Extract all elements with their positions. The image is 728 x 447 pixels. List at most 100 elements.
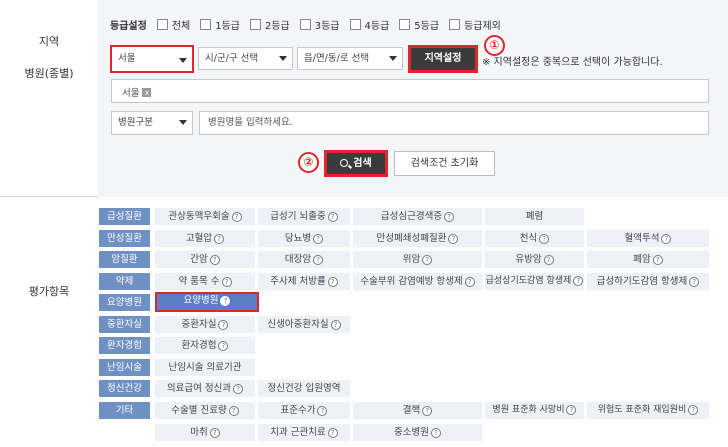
item-copd[interactable]: 만성폐쇄성폐질환? — [353, 230, 482, 247]
category-nursing-hospital[interactable]: 요양병원 — [99, 294, 150, 311]
checkbox-icon[interactable] — [399, 19, 411, 30]
grade-checkbox-4[interactable]: 4등급 — [349, 17, 389, 32]
help-icon[interactable]: ? — [218, 341, 229, 351]
item-hypertension[interactable]: 고혈압? — [155, 230, 255, 247]
checkbox-icon[interactable] — [299, 19, 311, 30]
help-icon[interactable]: ? — [220, 296, 231, 306]
item-patient-experience[interactable]: 환자경험? — [155, 337, 255, 354]
category-chronic[interactable]: 만성질환 — [99, 230, 150, 247]
item-nursing-hospital[interactable]: 요양병원? — [155, 292, 259, 312]
help-icon[interactable]: ? — [464, 277, 475, 287]
item-pneumonia[interactable]: 폐렴 — [485, 208, 584, 225]
item-mental-inpatient[interactable]: 정신건강 입원영역 — [258, 380, 350, 397]
help-icon[interactable]: ? — [327, 212, 338, 222]
item-standardized-mortality[interactable]: 병원 표준화 사망비? — [485, 402, 584, 419]
category-icu[interactable]: 중환자실 — [99, 316, 150, 333]
item-standard-fee[interactable]: 표준수가? — [258, 402, 350, 419]
item-breast-cancer[interactable]: 유방암? — [485, 251, 584, 268]
search-button[interactable]: 검색 — [324, 150, 388, 177]
help-icon[interactable]: ? — [422, 255, 433, 265]
help-icon[interactable]: ? — [209, 428, 220, 438]
item-nicu[interactable]: 신생아중환자실? — [258, 316, 350, 333]
help-icon[interactable]: ? — [214, 234, 225, 244]
grade-checkbox-3[interactable]: 3등급 — [299, 17, 340, 32]
help-icon[interactable]: ? — [327, 428, 338, 438]
category-drug[interactable]: 약제 — [99, 273, 150, 290]
help-icon[interactable]: ? — [330, 320, 341, 330]
item-drug-count[interactable]: 약 품목 수? — [155, 273, 255, 290]
help-icon[interactable]: ? — [688, 405, 699, 415]
region-setting-note: ※ 지역설정은 중복으로 선택이 가능합니다. — [482, 57, 663, 68]
reset-button[interactable]: 검색조건 초기화 — [394, 151, 495, 176]
item-diabetes[interactable]: 당뇨병? — [258, 230, 350, 247]
item-surgical-antibiotics[interactable]: 수술부위 감염예방 항생제? — [353, 273, 482, 290]
district-select[interactable]: 시/군/구 선택 — [198, 47, 293, 70]
help-icon[interactable]: ? — [661, 234, 672, 244]
grade-checkbox-1[interactable]: 1등급 — [200, 17, 240, 32]
item-small-hospital[interactable]: 중소병원? — [353, 424, 482, 441]
item-anesthesia[interactable]: 마취? — [155, 424, 255, 441]
help-icon[interactable]: ? — [228, 406, 239, 416]
help-icon[interactable]: ? — [221, 277, 232, 287]
help-icon[interactable]: ? — [313, 234, 324, 244]
help-icon[interactable]: ? — [313, 255, 324, 265]
help-icon[interactable]: ? — [233, 384, 244, 394]
item-medical-aid-psychiatry[interactable]: 의료급여 정신과? — [155, 380, 255, 397]
hospital-name-input[interactable]: 병원명을 입력하세요. — [199, 111, 709, 135]
region-setting-button[interactable]: 지역설정 — [408, 45, 478, 73]
item-liver-cancer[interactable]: 간암? — [155, 251, 255, 268]
item-root-canal[interactable]: 치과 근관치료? — [258, 424, 350, 441]
help-icon[interactable]: ? — [231, 212, 242, 222]
checkbox-icon[interactable] — [156, 19, 168, 30]
city-select[interactable]: 서울 — [110, 45, 194, 73]
item-tuberculosis[interactable]: 결핵? — [353, 402, 482, 419]
item-infertility-institution[interactable]: 난임시술 의료기관 — [155, 359, 255, 376]
category-etc[interactable]: 기타 — [99, 402, 150, 419]
grade-checkbox-2[interactable]: 2등급 — [249, 17, 290, 32]
help-icon[interactable]: ? — [448, 234, 459, 244]
checkbox-icon[interactable] — [449, 19, 461, 30]
help-icon[interactable]: ? — [652, 255, 663, 265]
category-patient-experience[interactable]: 환자경험 — [99, 337, 150, 354]
help-icon[interactable]: ? — [444, 212, 455, 222]
help-icon[interactable]: ? — [566, 405, 577, 415]
item-lower-respiratory-antibiotics[interactable]: 급성하기도감염 항생제? — [587, 273, 709, 290]
help-icon[interactable]: ? — [327, 277, 338, 287]
help-icon[interactable]: ? — [539, 234, 550, 244]
hospital-type-select[interactable]: 병원구분 — [111, 111, 193, 135]
item-icu[interactable]: 중환자실? — [155, 316, 255, 333]
item-standardized-readmission[interactable]: 위험도 표준화 재입원비? — [587, 402, 709, 419]
item-lung-cancer[interactable]: 폐암? — [587, 251, 709, 268]
item-ami[interactable]: 급성심근경색증? — [353, 208, 482, 225]
grade-checkbox-5[interactable]: 5등급 — [399, 17, 439, 32]
grade-checkbox-excluded[interactable]: 등급제외 — [449, 17, 501, 32]
item-acute-stroke[interactable]: 급성기 뇌졸중? — [258, 208, 350, 225]
item-stomach-cancer[interactable]: 위암? — [353, 251, 482, 268]
category-cancer[interactable]: 암질환 — [99, 251, 150, 268]
help-icon[interactable]: ? — [218, 320, 229, 330]
remove-tag-icon[interactable]: x — [142, 87, 152, 97]
help-icon[interactable]: ? — [689, 277, 700, 287]
grade-checkbox-all[interactable]: 전체 — [156, 17, 190, 32]
checkbox-icon[interactable] — [349, 19, 361, 30]
help-icon[interactable]: ? — [573, 276, 584, 286]
hospital-type-label: 병원(종별) — [24, 67, 74, 80]
category-acute[interactable]: 급성질환 — [99, 208, 150, 225]
help-icon[interactable]: ? — [317, 406, 328, 416]
town-select[interactable]: 읍/면/동/로 선택 — [297, 47, 403, 70]
category-mental-health[interactable]: 정신건강 — [99, 380, 150, 397]
item-colorectal-cancer[interactable]: 대장암? — [258, 251, 350, 268]
checkbox-icon[interactable] — [200, 19, 212, 30]
checkbox-icon[interactable] — [249, 19, 261, 30]
help-icon[interactable]: ? — [422, 406, 433, 416]
help-icon[interactable]: ? — [209, 255, 220, 265]
item-injection-rate[interactable]: 주사제 처방률? — [258, 273, 350, 290]
item-hemodialysis[interactable]: 혈액투석? — [587, 230, 709, 247]
item-upper-respiratory-antibiotics[interactable]: 급성상기도감염 항생제? — [485, 273, 584, 290]
category-infertility[interactable]: 난임시술 — [99, 359, 150, 376]
item-surgery-volume[interactable]: 수술별 진료량? — [155, 402, 255, 419]
help-icon[interactable]: ? — [543, 255, 554, 265]
item-asthma[interactable]: 천식? — [485, 230, 584, 247]
help-icon[interactable]: ? — [430, 428, 441, 438]
item-cabg[interactable]: 관상동맥우회술? — [155, 208, 255, 225]
